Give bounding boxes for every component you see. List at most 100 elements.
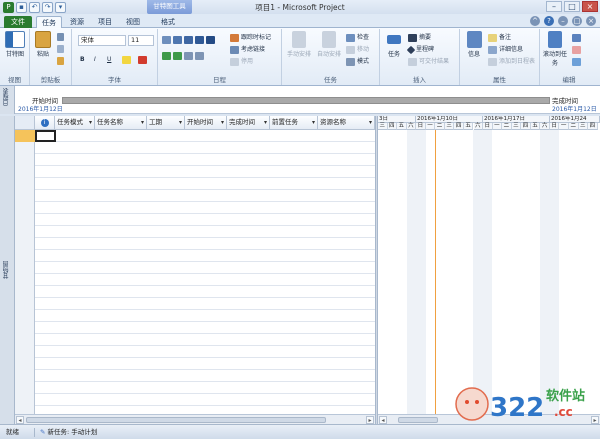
insert-task-button[interactable]: 任务 <box>382 31 406 58</box>
maximize-icon[interactable]: □ <box>564 1 580 12</box>
scroll-thumb[interactable] <box>26 417 326 423</box>
scroll-left-icon[interactable]: ◂ <box>16 416 24 424</box>
respect-links-button[interactable]: 考虑链接 <box>230 45 265 55</box>
group-label-font: 字体 <box>108 76 121 84</box>
mark-on-track-button[interactable]: 跟踪时标记 <box>230 33 271 43</box>
week-header: 3日 <box>378 116 416 123</box>
minimize-icon[interactable]: – <box>546 1 562 12</box>
scroll-right-icon[interactable]: ▸ <box>366 416 374 424</box>
tab-project[interactable]: 项目 <box>92 16 118 28</box>
gantt-chart-area[interactable]: 3日 2016年1月10日 2016年1月17日 2016年1月24 三四五六日… <box>378 116 600 414</box>
inspect-button[interactable]: 检查 <box>346 33 369 43</box>
column-label: 开始时间 <box>187 118 213 126</box>
window-controls: – □ × <box>546 1 598 12</box>
auto-schedule-button[interactable]: 自动安排 <box>314 31 344 58</box>
week-header: 2016年1月24 <box>550 116 600 123</box>
manual-schedule-button[interactable]: 手动安排 <box>284 31 314 58</box>
dropdown-arrow-icon: ▾ <box>263 119 267 126</box>
tab-view[interactable]: 视图 <box>120 16 146 28</box>
timeline-side-tab[interactable]: 日程表 <box>0 86 15 114</box>
column-header-start[interactable]: 开始时间 ▾ <box>185 116 227 130</box>
percent-complete-buttons[interactable] <box>162 35 215 45</box>
inactivate-button[interactable]: 停用 <box>230 57 253 67</box>
italic-button[interactable]: I <box>94 55 96 65</box>
minimize-ribbon-icon[interactable]: ^ <box>530 16 540 26</box>
highlight-button[interactable] <box>122 55 131 65</box>
mode-button[interactable]: 模式 <box>346 57 369 67</box>
column-header-finish[interactable]: 完成时间 ▾ <box>227 116 270 130</box>
pct75-icon <box>195 36 204 44</box>
move-button[interactable]: 移动 <box>346 45 369 55</box>
day-header: 一 <box>425 123 436 130</box>
copy-icon <box>57 45 64 53</box>
new-tasks-mode-button[interactable]: ✎ 新任务: 手动计划 <box>40 425 97 439</box>
grid-cells[interactable] <box>15 130 375 414</box>
find-button[interactable] <box>572 33 581 43</box>
respect-links-label: 考虑链接 <box>241 46 266 53</box>
mark-on-track-icon <box>230 34 239 42</box>
clear-button[interactable] <box>572 45 581 55</box>
minimize-icon[interactable]: – <box>558 16 568 26</box>
day-header: 二 <box>502 123 512 130</box>
restore-icon[interactable]: □ <box>572 16 582 26</box>
format-painter-button[interactable] <box>57 56 64 66</box>
underline-button[interactable]: U <box>107 55 111 65</box>
sheet-horizontal-scrollbar[interactable]: ◂ ▸ <box>15 414 375 424</box>
summary-button[interactable]: 摘要 <box>408 33 431 43</box>
font-size-select[interactable]: 11 <box>128 35 154 46</box>
day-header: 四 <box>588 123 598 130</box>
tab-task[interactable]: 任务 <box>36 16 62 28</box>
deliverable-button[interactable]: 可交付结果 <box>408 57 449 67</box>
timeline-finish-date: 2016年1月12日 <box>552 106 597 113</box>
select-all-corner[interactable] <box>15 116 35 130</box>
font-family-select[interactable]: 宋体 <box>78 35 126 46</box>
pct50-icon <box>184 36 193 44</box>
day-header: 五 <box>463 123 474 130</box>
gantt-side-tab[interactable]: 甘特图 <box>0 116 15 424</box>
row-header-selected[interactable] <box>15 130 35 142</box>
selected-cell[interactable] <box>35 130 56 142</box>
bold-button[interactable]: B <box>80 55 85 65</box>
manual-schedule-label: 手动安排 <box>286 51 311 58</box>
add-to-timeline-icon <box>488 58 497 66</box>
milestone-button[interactable]: 里程碑 <box>406 45 434 55</box>
tab-resource[interactable]: 资源 <box>64 16 90 28</box>
column-header-task-mode[interactable]: 任务模式 ▾ <box>55 116 95 130</box>
gantt-chart-button[interactable]: 甘特图 <box>2 31 28 58</box>
column-header-duration[interactable]: 工期 ▾ <box>147 116 185 130</box>
column-header-task-name[interactable]: 任务名称 ▾ <box>95 116 147 130</box>
paste-button[interactable]: 粘贴 <box>33 31 53 58</box>
timeline-bar[interactable] <box>62 97 550 104</box>
details-button[interactable]: 详细信息 <box>488 45 523 55</box>
indent-icon <box>173 52 182 60</box>
indicators-column-header[interactable]: i <box>35 116 55 130</box>
group-font: 宋体 11 B I U 字体 <box>72 29 158 85</box>
scroll-left-icon[interactable]: ◂ <box>379 416 387 424</box>
close-icon[interactable]: × <box>586 16 596 26</box>
information-button[interactable]: 信息 <box>462 31 486 58</box>
cut-button[interactable] <box>57 32 64 42</box>
notes-button[interactable]: 备注 <box>488 33 511 43</box>
fill-button[interactable] <box>572 57 581 67</box>
add-to-timeline-button[interactable]: 添加到日程表 <box>488 57 535 67</box>
link-buttons[interactable] <box>162 51 204 61</box>
tab-file[interactable]: 文件 <box>4 16 32 28</box>
font-color-button[interactable] <box>138 55 147 65</box>
column-header-predecessors[interactable]: 前置任务 ▾ <box>270 116 318 130</box>
scroll-thumb[interactable] <box>398 417 438 423</box>
scroll-to-task-button[interactable]: 滚动到任务 <box>542 31 568 67</box>
details-label: 详细信息 <box>499 46 524 53</box>
column-label: 工期 <box>149 118 162 126</box>
help-icon[interactable]: ? <box>544 16 554 26</box>
copy-button[interactable] <box>57 44 64 54</box>
add-to-timeline-label: 添加到日程表 <box>499 58 536 65</box>
mark-on-track-label: 跟踪时标记 <box>241 34 272 41</box>
day-header: 六 <box>406 123 417 130</box>
column-header-resource-names[interactable]: 资源名称 ▾ <box>318 116 375 130</box>
group-label-editing: 编辑 <box>562 76 576 84</box>
tab-format[interactable]: 格式 <box>152 16 184 28</box>
dropdown-arrow-icon: ▾ <box>140 119 144 126</box>
day-header: 三 <box>511 123 522 130</box>
move-label: 移动 <box>357 46 370 53</box>
close-icon[interactable]: × <box>582 1 598 12</box>
